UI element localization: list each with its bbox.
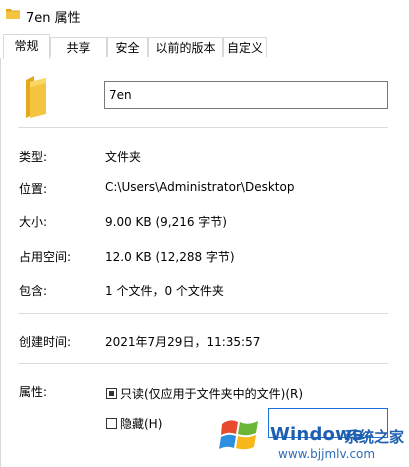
size-value: 9.00 KB (9,216 字节) bbox=[105, 215, 227, 229]
size-label: 大小: bbox=[19, 215, 48, 229]
location-label: 位置: bbox=[19, 182, 48, 196]
readonly-label[interactable]: 只读(仅应用于文件夹中的文件)(R) bbox=[120, 385, 303, 402]
created-value: 2021年7月29日，11:35:57 bbox=[105, 335, 261, 349]
divider bbox=[18, 363, 388, 364]
tab-strip: 常规 共享 安全 以前的版本 自定义 bbox=[0, 34, 409, 59]
tab-sharing[interactable]: 共享 bbox=[50, 37, 107, 57]
hidden-checkbox[interactable] bbox=[106, 418, 117, 429]
tab-customize[interactable]: 自定义 bbox=[223, 37, 267, 57]
tab-previous-versions[interactable]: 以前的版本 bbox=[148, 37, 223, 57]
size-on-disk-value: 12.0 KB (12,288 字节) bbox=[105, 250, 235, 264]
watermark: Windows 系统之家 www.bjjmlv.com bbox=[218, 412, 409, 467]
divider bbox=[18, 313, 388, 314]
created-label: 创建时间: bbox=[19, 335, 72, 349]
folder-icon bbox=[6, 9, 20, 19]
size-on-disk-label: 占用空间: bbox=[19, 250, 72, 264]
location-value: C:\Users\Administrator\Desktop bbox=[105, 180, 295, 194]
windows-logo-icon bbox=[219, 420, 258, 450]
contains-label: 包含: bbox=[19, 284, 48, 298]
tab-security[interactable]: 安全 bbox=[107, 37, 148, 57]
title-bar: 7en 属性 bbox=[0, 0, 409, 30]
attributes-label: 属性: bbox=[19, 385, 48, 399]
readonly-checkbox[interactable] bbox=[106, 388, 117, 399]
watermark-cn-text: 系统之家 bbox=[344, 428, 405, 446]
type-label: 类型: bbox=[19, 150, 48, 164]
watermark-url: www.bjjmlv.com bbox=[278, 447, 376, 461]
divider bbox=[18, 127, 388, 128]
window-title: 7en 属性 bbox=[26, 11, 81, 26]
folder-icon bbox=[26, 76, 46, 118]
contains-value: 1 个文件，0 个文件夹 bbox=[105, 284, 224, 298]
tab-general[interactable]: 常规 bbox=[3, 34, 50, 59]
type-value: 文件夹 bbox=[105, 150, 142, 164]
hidden-label[interactable]: 隐藏(H) bbox=[120, 415, 162, 432]
folder-name-input[interactable] bbox=[104, 81, 388, 109]
